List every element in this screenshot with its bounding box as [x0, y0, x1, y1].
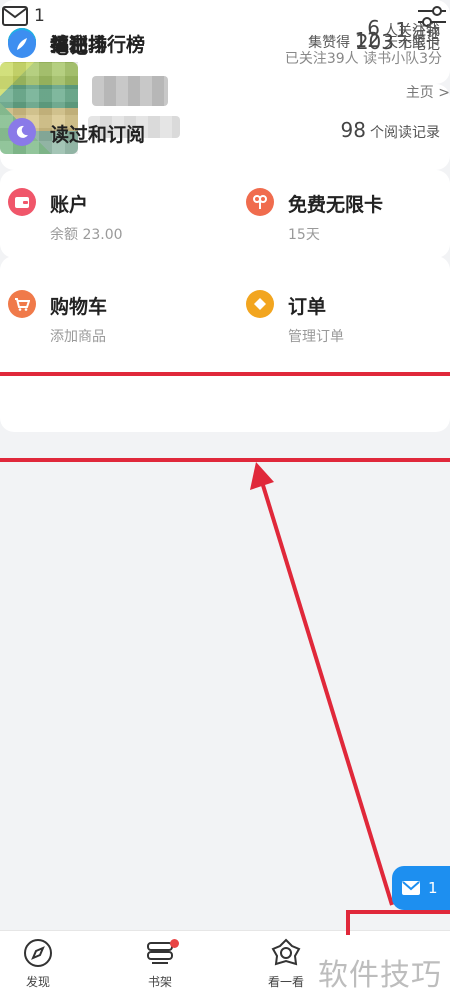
- floating-mail-button[interactable]: 1: [392, 866, 450, 910]
- nav-look[interactable]: 看一看: [246, 937, 326, 990]
- nav-label: 看一看: [267, 975, 304, 989]
- nav-discover[interactable]: 发现: [0, 937, 78, 990]
- nav-label: 书架: [147, 975, 172, 989]
- nav-bookshelf[interactable]: 书架: [120, 937, 200, 990]
- annotation-box-corner: [346, 910, 450, 935]
- unread-badge: [170, 939, 179, 948]
- mail-icon: [402, 881, 420, 895]
- compass-icon: [24, 939, 52, 967]
- floating-mail-count: 1: [428, 879, 438, 897]
- look-icon: [271, 938, 301, 966]
- annotation-arrow: [250, 462, 394, 906]
- watermark-text: 软件技巧: [318, 958, 442, 993]
- nav-label: 发现: [25, 975, 50, 989]
